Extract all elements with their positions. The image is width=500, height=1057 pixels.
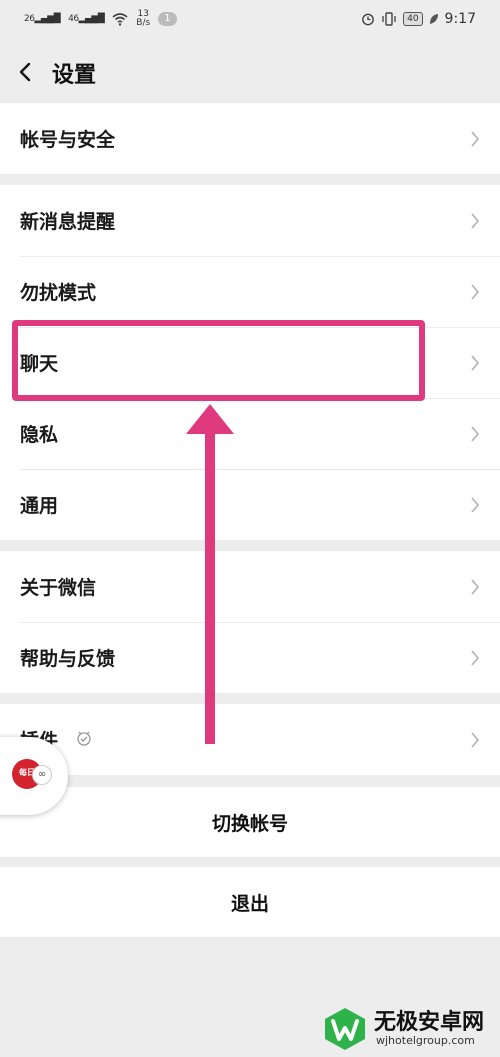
signal-icon-2: 46▂▄▆█ xyxy=(68,14,105,24)
settings-group-account: 帐号与安全 xyxy=(0,103,500,174)
chevron-right-icon xyxy=(471,213,480,229)
status-left: 26▂▄▆█ 46▂▄▆█ 13 B/s 1 xyxy=(24,10,177,28)
chevron-right-icon xyxy=(471,284,480,300)
settings-group-plugins: 插件 xyxy=(0,704,500,775)
status-bar: 26▂▄▆█ 46▂▄▆█ 13 B/s 1 40 9:17 xyxy=(0,0,500,42)
wifi-icon xyxy=(112,13,128,26)
chevron-right-icon xyxy=(471,426,480,442)
link-icon: ∞ xyxy=(32,765,52,785)
chevron-right-icon xyxy=(471,131,480,147)
back-arrow-icon[interactable] xyxy=(12,52,42,92)
watermark: 无极安卓网 wjhotelgroup.com xyxy=(322,1000,500,1057)
settings-item-label: 通用 xyxy=(20,495,59,517)
chevron-right-icon xyxy=(471,650,480,666)
plugin-status-icon xyxy=(77,731,91,746)
settings-item-label: 新消息提醒 xyxy=(20,211,116,233)
leaf-icon xyxy=(429,14,438,24)
chevron-right-icon xyxy=(471,732,480,748)
chevron-right-icon xyxy=(471,497,480,513)
settings-item-privacy[interactable]: 隐私 xyxy=(0,398,500,469)
watermark-logo-icon xyxy=(325,1008,365,1050)
logout-button[interactable]: 退出 xyxy=(0,867,500,937)
chevron-right-icon xyxy=(471,579,480,595)
page-title: 设置 xyxy=(52,63,97,88)
network-speed: 13 B/s xyxy=(136,9,151,28)
nav-bar: 设置 xyxy=(0,42,500,102)
chevron-right-icon xyxy=(471,355,480,371)
settings-item-chat[interactable]: 聊天 xyxy=(0,327,500,398)
settings-item-label: 勿扰模式 xyxy=(20,282,97,304)
settings-item-new-message-alert[interactable]: 新消息提醒 xyxy=(0,185,500,256)
settings-item-about-wechat[interactable]: 关于微信 xyxy=(0,551,500,622)
status-right: 40 9:17 xyxy=(361,11,476,27)
watermark-title: 无极安卓网 xyxy=(374,1010,485,1035)
settings-group-about: 关于微信 帮助与反馈 xyxy=(0,551,500,693)
watermark-url: wjhotelgroup.com xyxy=(376,1034,475,1047)
settings-group-general: 新消息提醒 勿扰模式 聊天 隐私 通用 xyxy=(0,185,500,540)
battery-indicator: 40 xyxy=(403,12,423,26)
settings-item-label: 帮助与反馈 xyxy=(20,648,116,670)
settings-item-label: 聊天 xyxy=(20,353,59,375)
notification-badge: 1 xyxy=(158,12,177,26)
logout-label: 退出 xyxy=(230,893,269,915)
settings-item-general[interactable]: 通用 xyxy=(0,469,500,540)
clock: 9:17 xyxy=(444,11,476,27)
vibrate-icon xyxy=(382,12,396,26)
signal-icon: 26▂▄▆█ xyxy=(24,14,61,24)
settings-item-label: 关于微信 xyxy=(20,577,97,599)
switch-account-label: 切换帐号 xyxy=(211,813,288,835)
settings-item-account-security[interactable]: 帐号与安全 xyxy=(0,103,500,174)
switch-account-button[interactable]: 切换帐号 xyxy=(0,787,500,857)
settings-item-label: 帐号与安全 xyxy=(20,129,116,151)
settings-item-plugins[interactable]: 插件 xyxy=(0,704,500,775)
alarm-icon xyxy=(362,13,374,26)
settings-item-label: 隐私 xyxy=(20,424,59,446)
settings-item-do-not-disturb[interactable]: 勿扰模式 xyxy=(0,256,500,327)
settings-item-help-feedback[interactable]: 帮助与反馈 xyxy=(0,622,500,693)
